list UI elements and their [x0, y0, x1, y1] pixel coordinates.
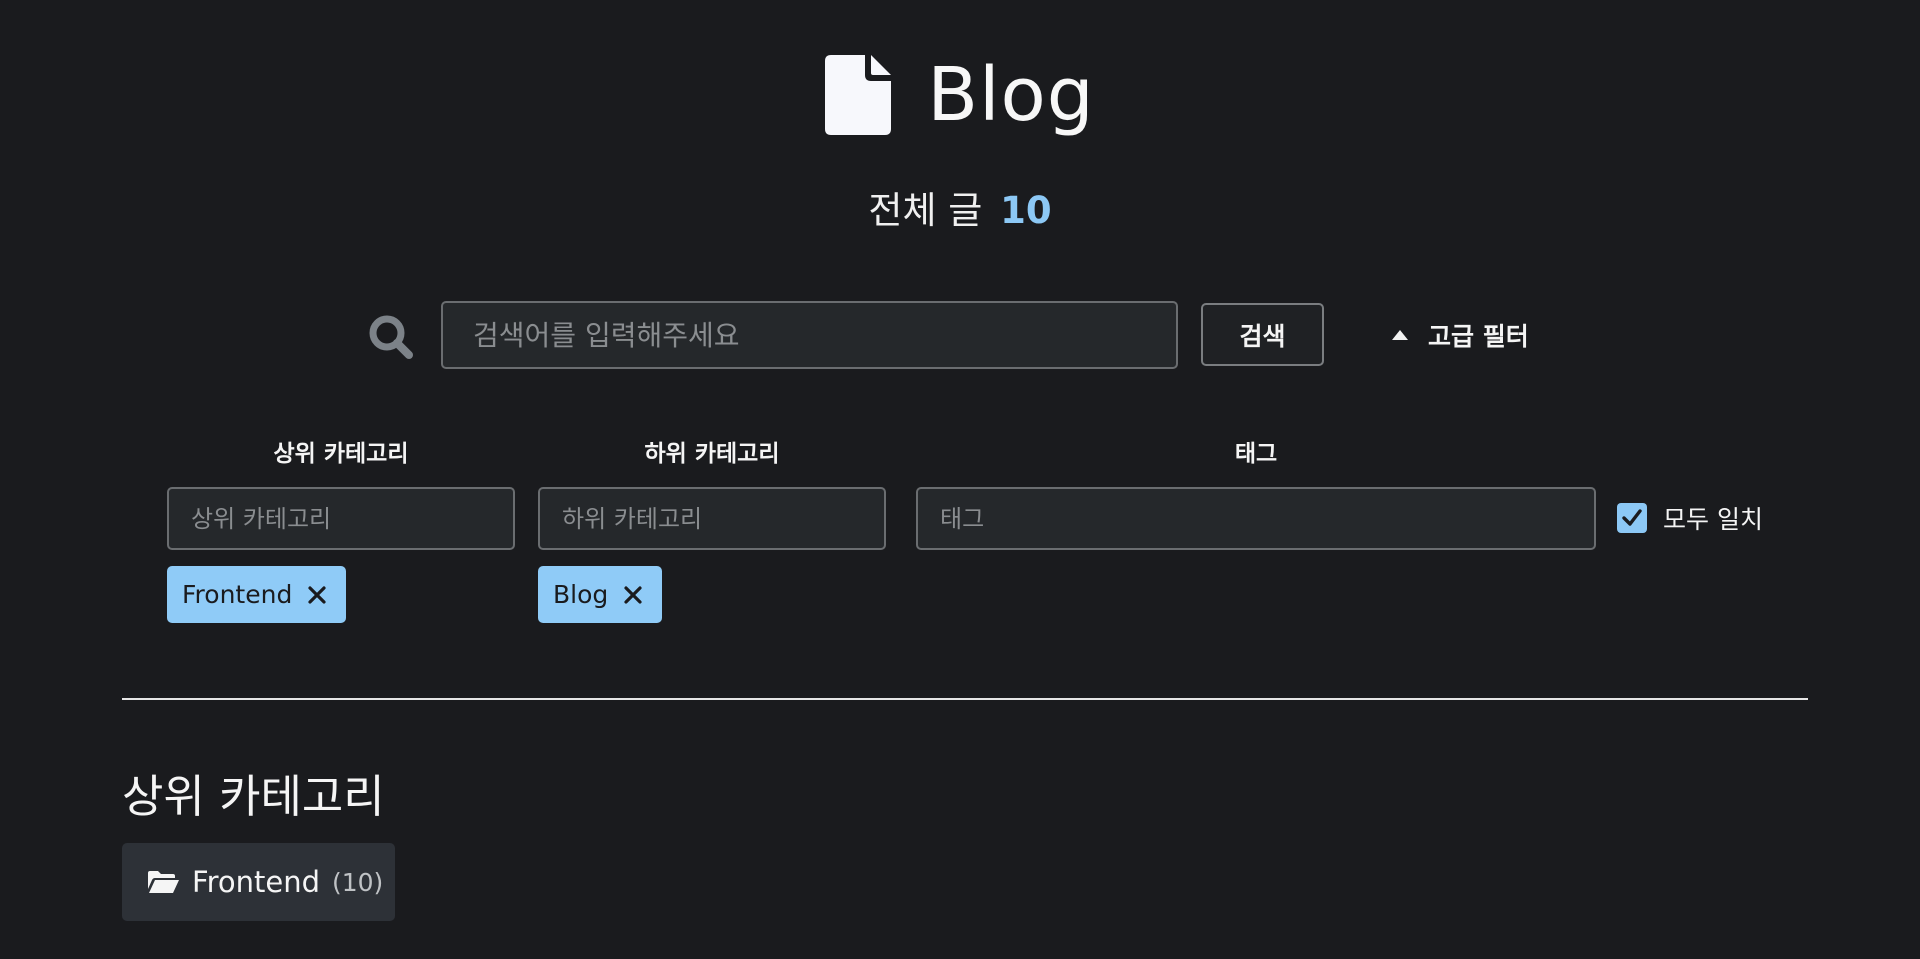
search-button[interactable]: 검색 — [1201, 303, 1324, 366]
child-category-chip: Blog — [538, 566, 663, 623]
parent-category-label: 상위 카테고리 — [273, 441, 409, 467]
page-header: Blog — [0, 55, 1920, 135]
section-divider — [122, 698, 1808, 700]
child-category-label: 하위 카테고리 — [644, 441, 780, 467]
chip-label: Frontend — [182, 580, 293, 609]
category-card-frontend[interactable]: Frontend (10) — [122, 843, 395, 921]
advanced-filter-label: 고급 필터 — [1428, 322, 1529, 351]
parent-category-input[interactable] — [167, 487, 515, 550]
document-icon — [825, 55, 892, 135]
total-posts: 전체 글 10 — [0, 180, 1920, 234]
child-category-input[interactable] — [538, 487, 886, 550]
folder-open-icon — [148, 871, 179, 893]
checkmark-icon — [1622, 509, 1642, 526]
caret-up-icon — [1392, 330, 1408, 340]
chip-label: Blog — [553, 580, 609, 609]
page: Blog 전체 글 10 검색 고급 필터 상위 카테고리 Frontend 하… — [0, 0, 1920, 959]
category-name: Frontend — [192, 865, 320, 899]
page-title: Blog — [927, 52, 1095, 138]
search-input[interactable] — [441, 301, 1178, 369]
total-count: 10 — [1000, 189, 1052, 232]
tag-input[interactable] — [916, 487, 1596, 550]
categories-section-title: 상위 카테고리 — [122, 770, 385, 823]
advanced-filter-toggle[interactable]: 고급 필터 — [1392, 313, 1529, 357]
total-label: 전체 글 — [868, 189, 983, 232]
tag-label: 태그 — [1234, 441, 1278, 467]
match-all-toggle[interactable]: 모두 일치 — [1617, 498, 1763, 538]
close-icon[interactable] — [306, 584, 328, 606]
category-count: (10) — [331, 867, 384, 897]
parent-category-chip: Frontend — [167, 566, 347, 623]
close-icon[interactable] — [622, 584, 644, 606]
match-all-checkbox[interactable] — [1617, 503, 1647, 533]
match-all-label: 모두 일치 — [1663, 505, 1763, 534]
search-icon — [369, 315, 413, 359]
